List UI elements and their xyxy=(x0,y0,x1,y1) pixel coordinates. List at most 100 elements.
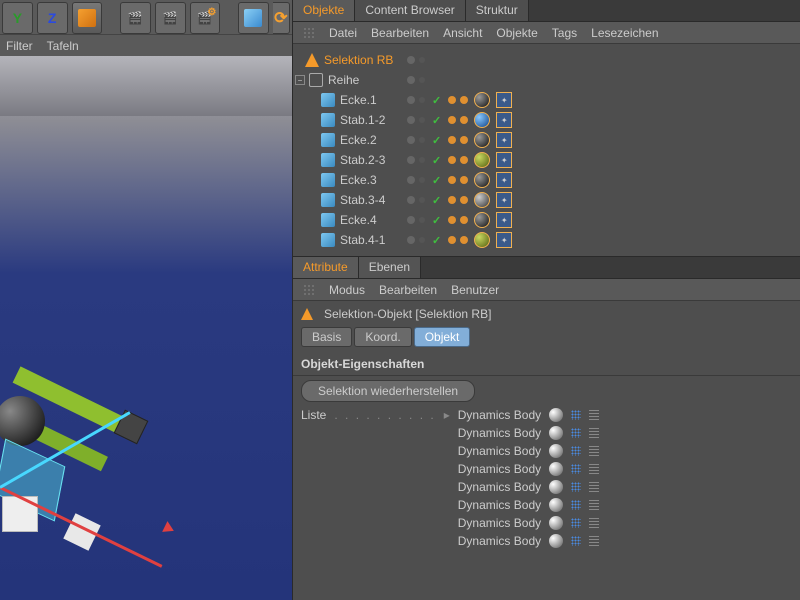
tree-row[interactable]: Ecke.1✓✦ xyxy=(295,90,798,110)
material-sphere-icon[interactable] xyxy=(474,112,490,128)
tab-ebenen[interactable]: Ebenen xyxy=(359,257,421,278)
tag-dot-icon[interactable] xyxy=(448,156,456,164)
tree-row[interactable]: Stab.4-1✓✦ xyxy=(295,230,798,250)
tafeln-menu[interactable]: Tafeln xyxy=(47,39,79,53)
tree-row[interactable]: Ecke.3✓✦ xyxy=(295,170,798,190)
tree-row[interactable]: Stab.2-3✓✦ xyxy=(295,150,798,170)
tag-dot-icon[interactable] xyxy=(460,136,468,144)
menu-bearbeiten[interactable]: Bearbeiten xyxy=(371,26,429,40)
vis-dot-icon[interactable] xyxy=(407,216,415,224)
material-sphere-icon[interactable] xyxy=(474,172,490,188)
dynamics-body-row[interactable]: Dynamics Body xyxy=(458,444,599,458)
tag-dot-icon[interactable] xyxy=(460,216,468,224)
vis-dot-icon[interactable] xyxy=(407,76,415,84)
tag-dot-icon[interactable] xyxy=(448,136,456,144)
check-icon[interactable]: ✓ xyxy=(432,234,441,247)
tab-basis[interactable]: Basis xyxy=(301,327,352,347)
check-icon[interactable]: ✓ xyxy=(432,114,441,127)
vis-dot-icon[interactable] xyxy=(407,116,415,124)
tag-dot-icon[interactable] xyxy=(448,176,456,184)
render-cube-button[interactable] xyxy=(238,2,269,34)
dynamics-body-row[interactable]: Dynamics Body xyxy=(458,516,599,530)
partial-button[interactable]: ⟳ xyxy=(273,2,290,34)
dynamics-body-row[interactable]: Dynamics Body xyxy=(458,534,599,548)
tab-struktur[interactable]: Struktur xyxy=(466,0,529,21)
tag-square-icon[interactable]: ✦ xyxy=(496,132,512,148)
vis-dot-icon[interactable] xyxy=(407,236,415,244)
check-icon[interactable]: ✓ xyxy=(432,94,441,107)
tab-koord[interactable]: Koord. xyxy=(354,327,411,347)
tag-dot-icon[interactable] xyxy=(460,196,468,204)
tree-row-reihe[interactable]: − Reihe xyxy=(295,70,798,90)
vis-dot-icon[interactable] xyxy=(419,57,425,63)
menu-datei[interactable]: Datei xyxy=(329,26,357,40)
menu-ansicht[interactable]: Ansicht xyxy=(443,26,482,40)
dynamics-body-row[interactable]: Dynamics Body xyxy=(458,498,599,512)
material-sphere-icon[interactable] xyxy=(474,232,490,248)
cube-button[interactable] xyxy=(72,2,103,34)
check-icon[interactable]: ✓ xyxy=(432,134,441,147)
clapboard-button-2[interactable]: 🎬 xyxy=(155,2,186,34)
tag-dot-icon[interactable] xyxy=(460,156,468,164)
tag-square-icon[interactable]: ✦ xyxy=(496,232,512,248)
expander-icon[interactable]: − xyxy=(295,75,305,85)
tag-square-icon[interactable]: ✦ xyxy=(496,192,512,208)
axis-z-button[interactable]: Z xyxy=(37,2,68,34)
vis-dot-icon[interactable] xyxy=(407,196,415,204)
tag-dot-icon[interactable] xyxy=(448,216,456,224)
vis-dot-icon[interactable] xyxy=(419,237,425,243)
vis-dot-icon[interactable] xyxy=(419,77,425,83)
vis-dot-icon[interactable] xyxy=(407,56,415,64)
tag-square-icon[interactable]: ✦ xyxy=(496,152,512,168)
check-icon[interactable]: ✓ xyxy=(432,154,441,167)
tag-square-icon[interactable]: ✦ xyxy=(496,212,512,228)
vis-dot-icon[interactable] xyxy=(419,157,425,163)
tab-objekt[interactable]: Objekt xyxy=(414,327,471,347)
tab-objekte[interactable]: Objekte xyxy=(293,0,355,21)
clapboard-gear-button[interactable]: 🎬⚙ xyxy=(190,2,221,34)
vis-dot-icon[interactable] xyxy=(419,177,425,183)
tag-square-icon[interactable]: ✦ xyxy=(496,172,512,188)
check-icon[interactable]: ✓ xyxy=(432,194,441,207)
dynamics-body-row[interactable]: Dynamics Body xyxy=(458,462,599,476)
tag-square-icon[interactable]: ✦ xyxy=(496,92,512,108)
tag-dot-icon[interactable] xyxy=(448,196,456,204)
menu-lesezeichen[interactable]: Lesezeichen xyxy=(591,26,658,40)
tab-attribute[interactable]: Attribute xyxy=(293,257,359,278)
dynamics-body-row[interactable]: Dynamics Body xyxy=(458,480,599,494)
menu-tags[interactable]: Tags xyxy=(552,26,577,40)
vis-dot-icon[interactable] xyxy=(419,217,425,223)
material-sphere-icon[interactable] xyxy=(474,192,490,208)
vis-dot-icon[interactable] xyxy=(407,96,415,104)
vis-dot-icon[interactable] xyxy=(419,117,425,123)
material-sphere-icon[interactable] xyxy=(474,92,490,108)
menu-bearbeiten[interactable]: Bearbeiten xyxy=(379,283,437,297)
tag-dot-icon[interactable] xyxy=(460,176,468,184)
tree-row-selektion[interactable]: Selektion RB xyxy=(295,50,798,70)
menu-benutzer[interactable]: Benutzer xyxy=(451,283,499,297)
tab-content-browser[interactable]: Content Browser xyxy=(355,0,465,21)
tag-dot-icon[interactable] xyxy=(448,236,456,244)
check-icon[interactable]: ✓ xyxy=(432,174,441,187)
filter-menu[interactable]: Filter xyxy=(6,39,33,53)
material-sphere-icon[interactable] xyxy=(474,152,490,168)
tag-dot-icon[interactable] xyxy=(448,116,456,124)
vis-dot-icon[interactable] xyxy=(419,97,425,103)
tree-row[interactable]: Stab.1-2✓✦ xyxy=(295,110,798,130)
vis-dot-icon[interactable] xyxy=(407,156,415,164)
tree-row[interactable]: Ecke.2✓✦ xyxy=(295,130,798,150)
dynamics-body-row[interactable]: Dynamics Body xyxy=(458,426,599,440)
tag-dot-icon[interactable] xyxy=(460,116,468,124)
clapboard-button-1[interactable]: 🎬 xyxy=(120,2,151,34)
tag-dot-icon[interactable] xyxy=(460,96,468,104)
tag-dot-icon[interactable] xyxy=(448,96,456,104)
material-sphere-icon[interactable] xyxy=(474,212,490,228)
menu-modus[interactable]: Modus xyxy=(329,283,365,297)
dynamics-body-row[interactable]: Dynamics Body xyxy=(458,408,599,422)
tag-square-icon[interactable]: ✦ xyxy=(496,112,512,128)
restore-selection-button[interactable]: Selektion wiederherstellen xyxy=(301,380,475,402)
vis-dot-icon[interactable] xyxy=(419,197,425,203)
menu-objekte[interactable]: Objekte xyxy=(496,26,537,40)
tag-dot-icon[interactable] xyxy=(460,236,468,244)
check-icon[interactable]: ✓ xyxy=(432,214,441,227)
